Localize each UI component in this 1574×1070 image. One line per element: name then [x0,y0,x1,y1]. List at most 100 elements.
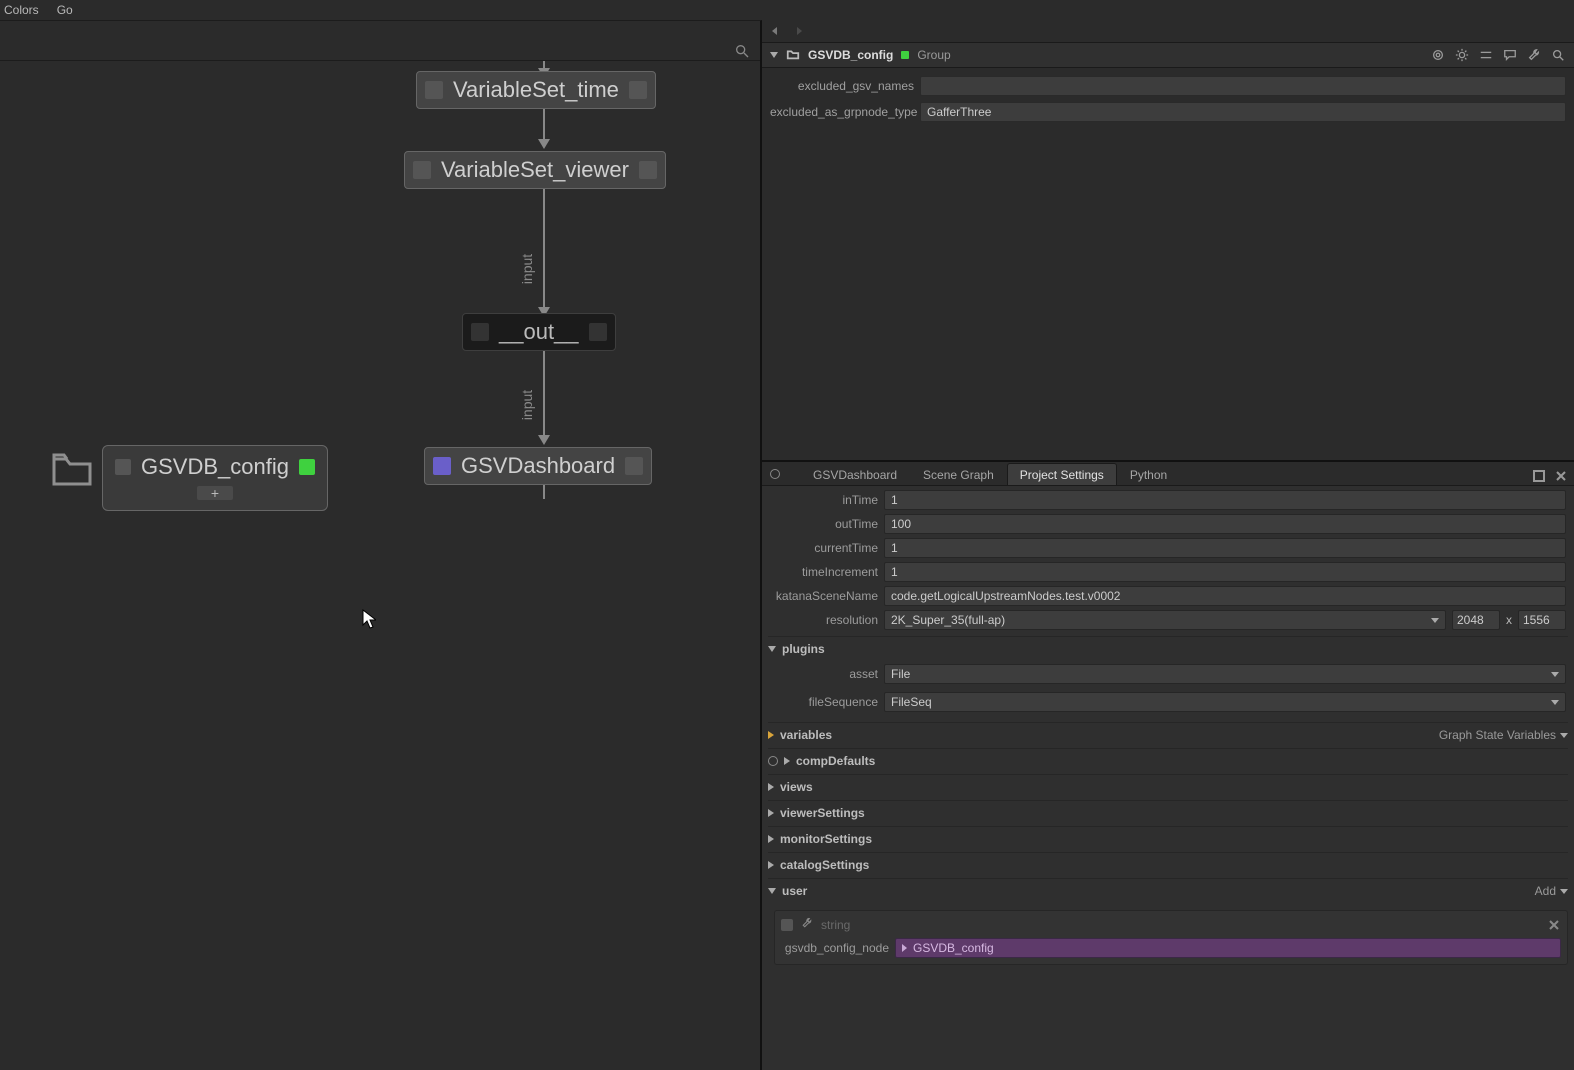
search-icon[interactable] [1550,47,1566,63]
expand-icon [768,809,774,817]
node-gsvdashboard[interactable]: GSVDashboard [424,447,652,485]
status-dot [901,51,909,59]
reorder-icon[interactable] [1478,47,1494,63]
node-port-out[interactable] [639,161,657,179]
excluded-gsv-names-input[interactable] [920,76,1566,96]
section-side-label: Graph State Variables [1439,728,1556,742]
node-port-in[interactable] [413,161,431,179]
res-width-input[interactable] [1452,610,1500,630]
gear-icon[interactable] [1454,47,1470,63]
arrow-down-icon [538,435,550,445]
node-label: GSVDashboard [461,453,615,479]
section-monitorsettings[interactable]: monitorSettings [768,830,1568,848]
node-port-in[interactable] [433,457,451,475]
radio-icon [768,756,778,766]
section-title: variables [780,728,832,742]
asset-dropdown[interactable]: File [884,664,1566,684]
filesequence-dropdown[interactable]: FileSeq [884,692,1566,712]
section-viewersettings[interactable]: viewerSettings [768,804,1568,822]
node-port-in[interactable] [471,323,489,341]
section-compdefaults[interactable]: compDefaults [768,752,1568,770]
chevron-down-icon [1560,733,1568,738]
nav-back-icon[interactable] [768,24,782,38]
scenename-input[interactable] [884,586,1566,606]
section-catalogsettings[interactable]: catalogSettings [768,856,1568,874]
mouse-cursor-icon [362,609,376,629]
wrench-icon[interactable] [1526,47,1542,63]
expand-icon[interactable] [770,52,778,58]
expression-icon [902,944,907,952]
value-text: GSVDB_config [913,941,994,955]
tab-options-icon[interactable] [770,469,780,479]
add-port-button[interactable]: + [197,486,233,500]
group-icon [786,47,800,64]
currenttime-input[interactable] [884,538,1566,558]
section-title: user [782,884,807,898]
nav-forward-icon[interactable] [792,24,806,38]
expand-icon [768,888,776,894]
section-title: plugins [782,642,825,656]
node-label: VariableSet_time [453,77,619,103]
project-settings-panel: inTime outTime currentTime timeIncrement… [762,486,1574,1070]
field-label: outTime [770,517,878,531]
maximize-icon[interactable] [1530,467,1548,485]
add-button[interactable]: Add [1535,884,1556,898]
node-gsvdb-config[interactable]: GSVDB_config + [48,445,328,511]
excluded-as-grpnode-type-input[interactable] [920,102,1566,122]
timeincrement-input[interactable] [884,562,1566,582]
node-label: GSVDB_config [141,454,289,480]
node-out[interactable]: __out__ [462,313,616,351]
expand-icon [768,646,776,652]
node-port-out[interactable] [629,81,647,99]
visibility-icon[interactable] [1430,47,1446,63]
menu-colors[interactable]: Colors [4,3,39,17]
field-label: resolution [770,613,878,627]
search-icon[interactable] [734,43,750,59]
node-status-dot [299,459,315,475]
expand-icon [768,731,774,739]
node-port[interactable] [115,459,131,475]
resolution-dropdown[interactable]: 2K_Super_35(full-ap) [884,610,1446,630]
tab-project-settings[interactable]: Project Settings [1007,463,1117,485]
section-variables[interactable]: variables Graph State Variables [768,726,1568,744]
res-sep: x [1506,613,1512,627]
node-port-in[interactable] [425,81,443,99]
wrench-icon[interactable] [801,917,813,932]
gsvdb-config-node-value[interactable]: GSVDB_config [895,938,1561,958]
comment-icon[interactable] [1502,47,1518,63]
res-height-input[interactable] [1518,610,1566,630]
menu-go[interactable]: Go [57,3,73,17]
arrow-down-icon [538,139,550,149]
node-port-out[interactable] [589,323,607,341]
tab-gsvdashboard[interactable]: GSVDashboard [800,463,910,485]
tab-python[interactable]: Python [1117,463,1180,485]
node-label: VariableSet_viewer [441,157,629,183]
node-variableset-viewer[interactable]: VariableSet_viewer [404,151,666,189]
delete-icon[interactable] [1547,918,1561,932]
dropdown-value: 2K_Super_35(full-ap) [891,613,1005,627]
section-title: monitorSettings [780,832,872,846]
field-label: inTime [770,493,878,507]
section-user[interactable]: user Add [768,882,1568,900]
param-node-type: Group [917,48,950,62]
tab-scene-graph[interactable]: Scene Graph [910,463,1007,485]
outtime-input[interactable] [884,514,1566,534]
edge-label: input [519,390,535,420]
drag-handle-icon[interactable] [781,919,793,931]
section-title: viewerSettings [780,806,865,820]
node-variableset-time[interactable]: VariableSet_time [416,71,656,109]
edge [543,347,545,437]
section-views[interactable]: views [768,778,1568,796]
field-label: currentTime [770,541,878,555]
edge [543,107,545,141]
field-label: katanaSceneName [770,589,878,603]
edge [543,187,545,309]
param-node-name: GSVDB_config [808,48,893,62]
dropdown-value: FileSeq [891,695,932,709]
close-tab-icon[interactable] [1552,467,1570,485]
intime-input[interactable] [884,490,1566,510]
section-plugins[interactable]: plugins [768,640,1568,658]
section-title: views [780,780,813,794]
node-port-out[interactable] [625,457,643,475]
node-graph-canvas[interactable]: input input VariableSet_time VariableSet… [0,21,760,1070]
